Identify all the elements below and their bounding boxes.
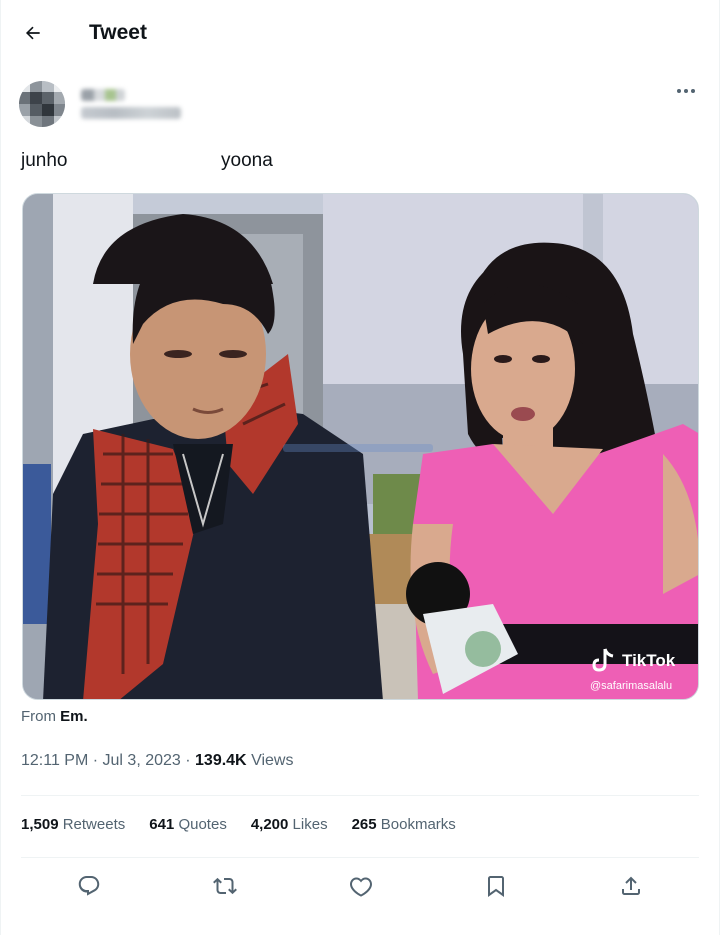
stat-likes[interactable]: 4,200 Likes xyxy=(251,816,328,833)
tweet-timestamp[interactable]: 12:11 PM · Jul 3, 2023 · xyxy=(21,752,195,769)
views-count: 139.4K xyxy=(195,752,247,769)
author-names-blurred[interactable] xyxy=(81,89,181,119)
stat-count: 4,200 xyxy=(250,816,289,833)
retweet-icon xyxy=(213,877,237,895)
from-name[interactable]: Em. xyxy=(60,708,88,725)
more-button[interactable] xyxy=(671,78,701,104)
video-frame: TikTok @safarimasalalu xyxy=(23,194,698,699)
stat-bookmarks[interactable]: 265 Bookmarks xyxy=(352,816,456,833)
like-button[interactable] xyxy=(341,866,381,906)
avatar-image xyxy=(19,81,65,127)
reply-button[interactable] xyxy=(69,866,109,906)
bookmark-icon xyxy=(488,876,504,897)
stat-count: 1,509 xyxy=(21,816,59,833)
stat-label: Quotes xyxy=(178,816,227,833)
stat-label: Bookmarks xyxy=(380,816,456,833)
divider xyxy=(21,795,699,796)
back-button[interactable] xyxy=(15,15,51,51)
tiktok-watermark-handle: @safarimasalalu xyxy=(590,680,672,692)
tweet-text: junho yoona xyxy=(21,150,701,176)
stat-retweets[interactable]: 1,509 Retweets xyxy=(21,816,125,833)
share-button[interactable] xyxy=(611,866,651,906)
bookmark-button[interactable] xyxy=(476,866,516,906)
stat-count: 265 xyxy=(351,816,377,833)
tweet-stats: 1,509 Retweets 641 Quotes 4,200 Likes 26… xyxy=(21,816,456,833)
tweet-page: Tweet junho yoona TikTok @safarimasalalu… xyxy=(0,0,720,935)
tweet-meta: 12:11 PM · Jul 3, 2023 · 139.4K Views xyxy=(21,752,293,770)
tweet-header: Tweet xyxy=(1,0,719,66)
share-icon xyxy=(622,876,640,895)
author-display-name-blurred xyxy=(81,89,125,101)
views-label: Views xyxy=(251,752,294,769)
page-title: Tweet xyxy=(89,21,147,44)
tiktok-watermark-brand: TikTok xyxy=(622,651,676,670)
stat-quotes[interactable]: 641 Quotes xyxy=(149,816,227,833)
stat-label: Retweets xyxy=(62,816,126,833)
retweet-button[interactable] xyxy=(205,866,245,906)
tweet-text-right: yoona xyxy=(221,150,273,171)
author-handle-blurred xyxy=(81,107,181,119)
tweet-author xyxy=(19,76,181,132)
tweet-text-left: junho xyxy=(21,150,68,171)
stat-label: Likes xyxy=(292,816,328,833)
heart-icon xyxy=(350,877,372,897)
reply-icon xyxy=(78,876,100,896)
tweet-actions xyxy=(1,866,719,906)
avatar[interactable] xyxy=(19,81,65,127)
source-attribution: From Em. xyxy=(21,708,88,725)
stat-count: 641 xyxy=(149,816,175,833)
back-arrow-icon xyxy=(25,26,40,40)
divider xyxy=(21,857,699,858)
more-dots-icon xyxy=(677,89,695,93)
tweet-media-video[interactable]: TikTok @safarimasalalu xyxy=(22,193,699,700)
from-label: From xyxy=(21,708,56,725)
